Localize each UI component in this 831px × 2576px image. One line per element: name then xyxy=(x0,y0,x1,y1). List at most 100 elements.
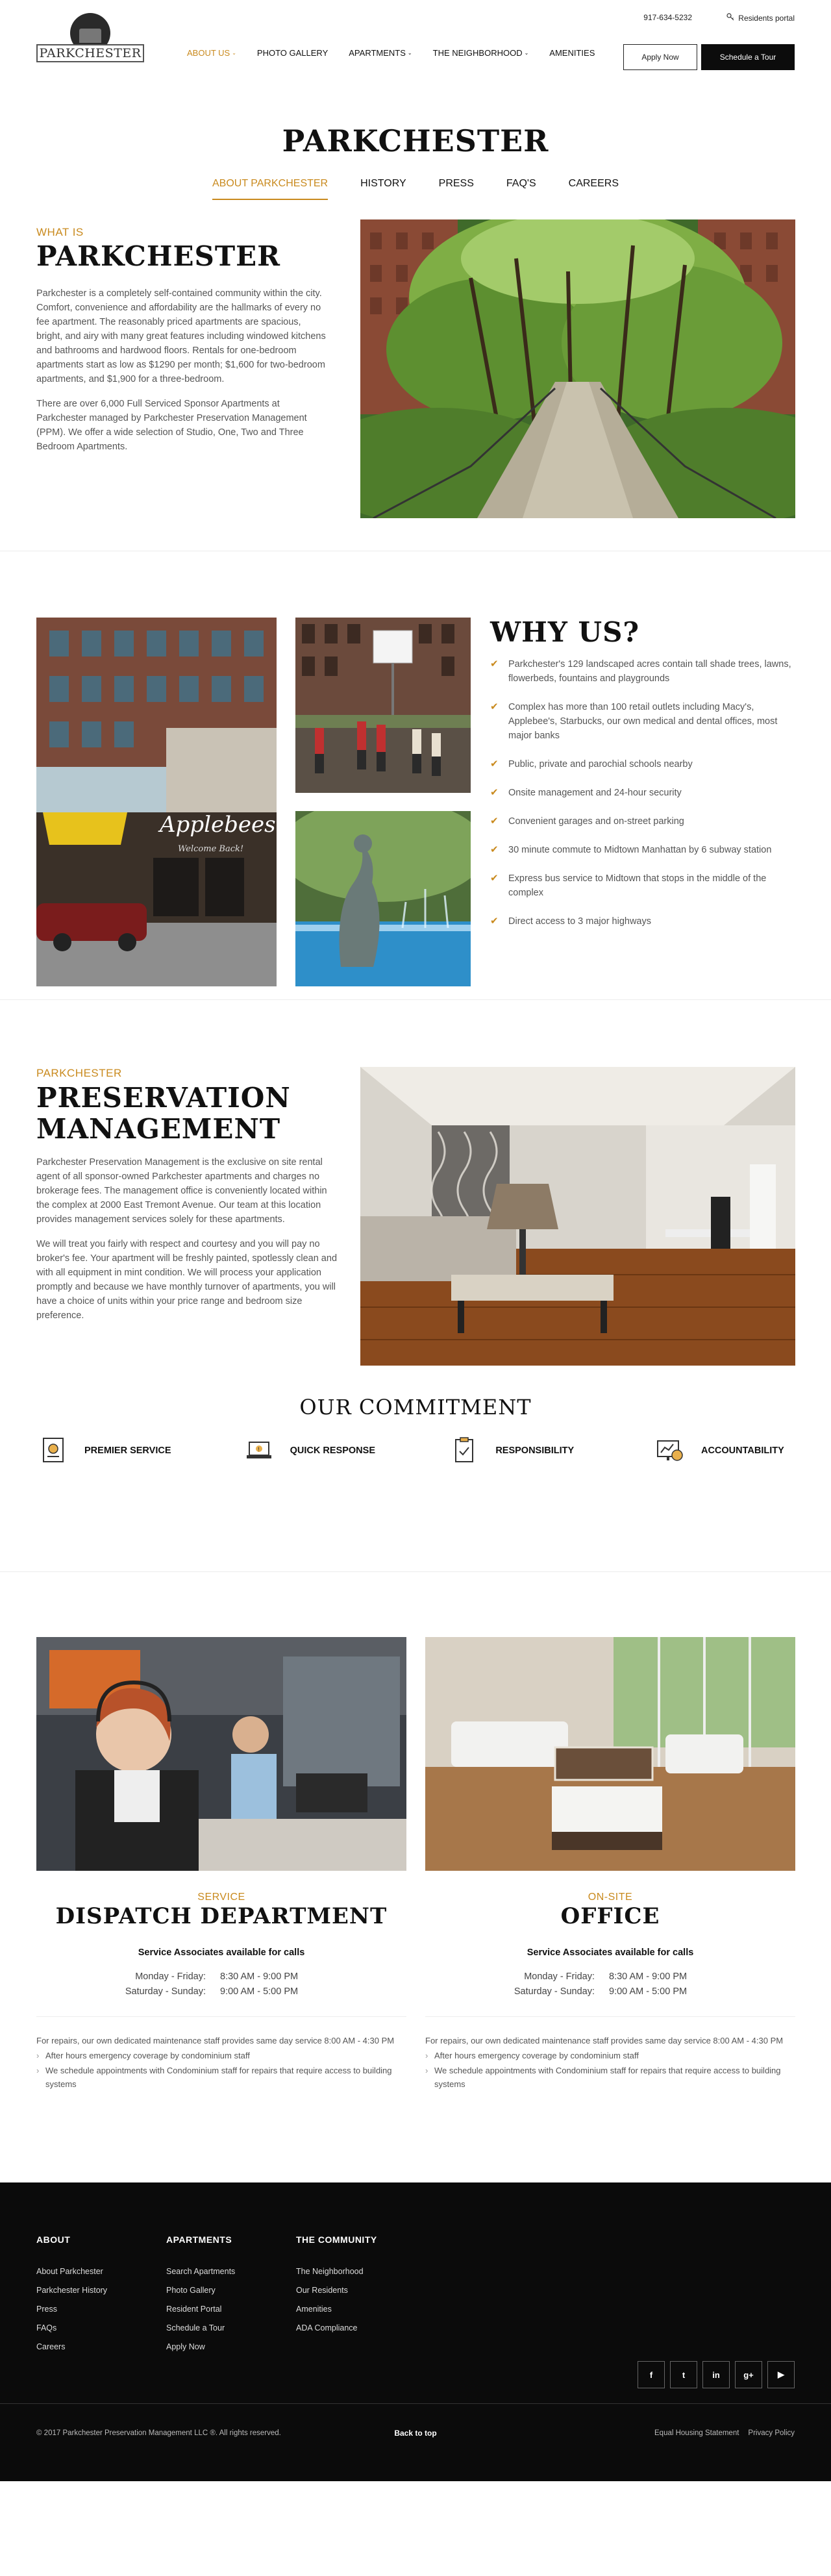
tab-about-parkchester[interactable]: ABOUT PARKCHESTER xyxy=(212,178,329,200)
hours-row: Saturday - Sunday: 9:00 AM - 5:00 PM xyxy=(124,1984,319,1999)
why-us-item-text: Onsite management and 24-hour security xyxy=(508,788,682,798)
footer-link[interactable]: Apply Now xyxy=(166,2342,235,2351)
footer-link[interactable]: ADA Compliance xyxy=(296,2323,377,2332)
commitment-item: PREMIER SERVICE xyxy=(36,1434,205,1468)
chevron-down-icon: ⌄ xyxy=(232,50,236,56)
twitter-icon[interactable]: t xyxy=(670,2361,697,2388)
legal-link[interactable]: Equal Housing Statement xyxy=(654,2429,739,2437)
footer-link[interactable]: Schedule a Tour xyxy=(166,2323,235,2332)
tab-careers[interactable]: CAREERS xyxy=(569,178,619,200)
google-plus-icon[interactable]: g+ xyxy=(735,2361,762,2388)
nav-item-label: THE NEIGHBORHOOD xyxy=(432,48,523,58)
clipboard-check-icon xyxy=(447,1434,481,1468)
why-us-item-text: Express bus service to Midtown that stop… xyxy=(508,873,767,898)
management-title: PRESERVATION MANAGEMENT xyxy=(36,1082,341,1145)
service-divider xyxy=(425,2016,795,2017)
hours-time: 8:30 AM - 9:00 PM xyxy=(609,1971,688,1982)
footer-link[interactable]: Amenities xyxy=(296,2305,377,2314)
social-links: f t in g+ ▶ xyxy=(638,2361,795,2388)
legal-links: Equal Housing Statement Privacy Policy xyxy=(654,2429,795,2437)
why-us-item: ✔ Express bus service to Midtown that sto… xyxy=(490,871,795,900)
why-us-list: ✔ Parkchester's 129 landscaped acres cont… xyxy=(490,657,795,929)
commitment-label: PREMIER SERVICE xyxy=(84,1445,171,1456)
facebook-icon[interactable]: f xyxy=(638,2361,665,2388)
nav-item-amenities[interactable]: AMENITIES xyxy=(549,48,595,58)
onsite-office-card: ON-SITE OFFICE Service Associates availabl… xyxy=(425,1637,795,2091)
why-us-item: ✔ Direct access to 3 major highways xyxy=(490,914,795,929)
nav-item-apartments[interactable]: APARTMENTS ⌄ xyxy=(349,48,412,58)
repair-info: For repairs, our own dedicated maintenan… xyxy=(425,2036,784,2045)
residents-portal-link[interactable]: Residents portal xyxy=(726,13,795,23)
checkmark-icon: ✔ xyxy=(490,787,499,798)
footer-link[interactable]: About Parkchester xyxy=(36,2267,107,2276)
nav-item-about-us[interactable]: ABOUT US ⌄ xyxy=(187,48,236,58)
nav-item-photo-gallery[interactable]: PHOTO GALLERY xyxy=(257,48,328,58)
hours-row: Monday - Friday: 8:30 AM - 9:00 PM xyxy=(124,1970,319,1984)
checkmark-icon: ✔ xyxy=(490,873,499,884)
footer-column-the-community: THE COMMUNITY The Neighborhood Our Residen… xyxy=(296,2234,377,2342)
footer-column-title: APARTMENTS xyxy=(166,2234,232,2245)
why-us-item: ✔ Public, private and parochial schools n… xyxy=(490,757,795,771)
dispatch-department-card: SERVICE DISPATCH DEPARTMENT Service Associ… xyxy=(36,1637,406,2091)
applebees-sign-subtext: Welcome Back! xyxy=(178,844,243,854)
tab-history[interactable]: HISTORY xyxy=(360,178,406,200)
apply-now-button[interactable]: Apply Now xyxy=(623,44,697,70)
repair-info: For repairs, our own dedicated maintenan… xyxy=(36,2036,395,2045)
footer-column-title: THE COMMUNITY xyxy=(296,2234,377,2245)
commitment-item: RESPONSIBILITY xyxy=(447,1434,616,1468)
phone-number[interactable]: 917-634-5232 xyxy=(643,13,692,22)
footer-link[interactable]: Parkchester History xyxy=(36,2286,107,2295)
checkmark-icon: ✔ xyxy=(490,658,499,669)
legal-link[interactable]: Privacy Policy xyxy=(748,2429,795,2437)
why-us-item-text: Parkchester's 129 landscaped acres conta… xyxy=(508,659,791,684)
why-us-item-text: Public, private and parochial schools ne… xyxy=(508,759,693,769)
footer-link[interactable]: Press xyxy=(36,2305,107,2314)
service-hours: Monday - Friday: 8:30 AM - 9:00 PM Saturda… xyxy=(513,1970,708,1999)
management-kicker: PARKCHESTER xyxy=(36,1067,122,1079)
why-us-item: ✔ 30 minute commute to Midtown Manhattan … xyxy=(490,843,795,857)
tab-faq-s[interactable]: FAQ'S xyxy=(506,178,536,200)
footer-link[interactable]: Resident Portal xyxy=(166,2305,235,2314)
repair-bullet: After hours emergency coverage by condom… xyxy=(36,2049,406,2062)
service-section: SERVICE DISPATCH DEPARTMENT Service Associ… xyxy=(0,1572,831,2182)
checkmark-icon: ✔ xyxy=(490,701,499,712)
about-title: PARKCHESTER xyxy=(36,240,281,272)
footer-link[interactable]: Search Apartments xyxy=(166,2267,235,2276)
footer-link[interactable]: The Neighborhood xyxy=(296,2267,377,2276)
applebees-sign-text: Applebees xyxy=(158,812,276,838)
hours-row: Monday - Friday: 8:30 AM - 9:00 PM xyxy=(513,1970,708,1984)
nav-item-the-neighborhood[interactable]: THE NEIGHBORHOOD ⌄ xyxy=(433,48,529,58)
nav-item-label: PHOTO GALLERY xyxy=(256,48,329,58)
about-kicker: WHAT IS xyxy=(36,226,84,238)
key-icon xyxy=(726,13,734,23)
youtube-icon[interactable]: ▶ xyxy=(767,2361,795,2388)
footer-column-title: ABOUT xyxy=(36,2234,71,2245)
footer-link[interactable]: Photo Gallery xyxy=(166,2286,235,2295)
laptop-alert-icon: ! xyxy=(242,1434,276,1468)
tab-press[interactable]: PRESS xyxy=(439,178,474,200)
repair-bullet: We schedule appointments with Condominiu… xyxy=(36,2064,406,2091)
commitment-item: ACCOUNTABILITY xyxy=(653,1434,796,1468)
site-logo[interactable]: PARKCHESTER xyxy=(36,13,144,65)
footer-column-about: ABOUT About Parkchester Parkchester Histor… xyxy=(36,2234,107,2361)
hours-time: 8:30 AM - 9:00 PM xyxy=(220,1971,299,1982)
call-center-photo xyxy=(36,1637,406,1871)
why-us-title: WHY US? xyxy=(490,616,640,648)
applebees-storefront-photo: Applebees Welcome Back! xyxy=(36,618,277,986)
linkedin-icon[interactable]: in xyxy=(702,2361,730,2388)
why-us-item: ✔ Onsite management and 24-hour security xyxy=(490,786,795,800)
checkmark-icon: ✔ xyxy=(490,758,499,769)
footer-link[interactable]: Careers xyxy=(36,2342,107,2351)
schedule-tour-button[interactable]: Schedule a Tour xyxy=(701,44,795,70)
nav-item-label: AMENITIES xyxy=(549,48,595,58)
why-us-item-text: 30 minute commute to Midtown Manhattan b… xyxy=(508,845,772,855)
nav-item-label: APARTMENTS xyxy=(349,48,406,58)
logo-wordmark: PARKCHESTER xyxy=(36,44,144,62)
management-title-line-2: MANAGEMENT xyxy=(36,1113,281,1145)
service-title: OFFICE xyxy=(560,1903,660,1929)
footer-link[interactable]: Our Residents xyxy=(296,2286,377,2295)
footer-link[interactable]: FAQs xyxy=(36,2323,107,2332)
service-title: DISPATCH DEPARTMENT xyxy=(55,1903,388,1929)
hours-row: Saturday - Sunday: 9:00 AM - 5:00 PM xyxy=(513,1984,708,1999)
checkmark-icon: ✔ xyxy=(490,816,499,827)
